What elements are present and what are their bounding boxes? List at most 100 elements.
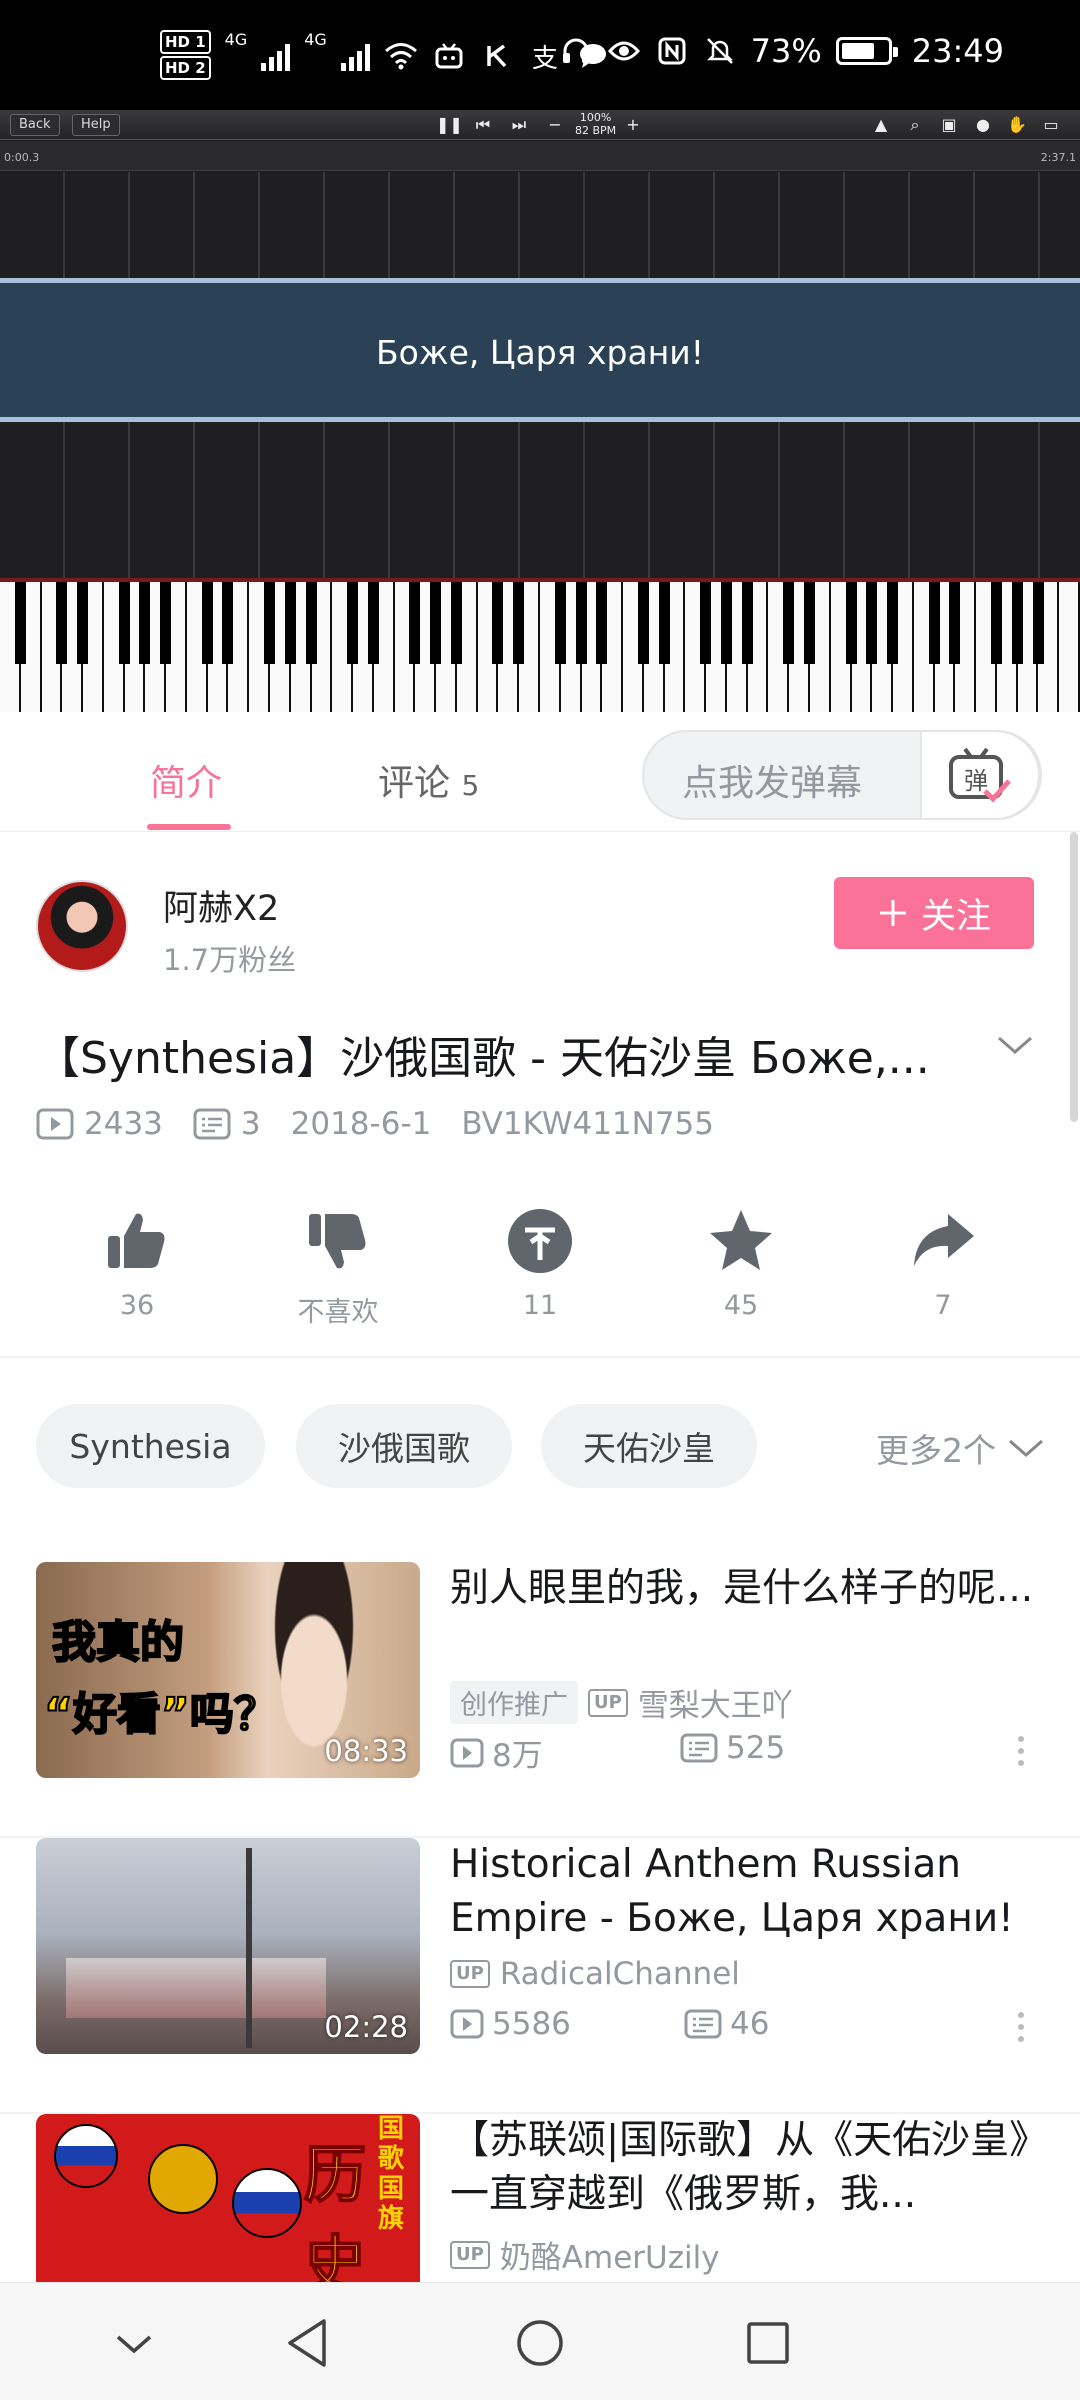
tag-chip[interactable]: Synthesia [36,1404,265,1488]
like-button[interactable]: 36 [67,1198,207,1321]
more-options-icon[interactable] [1016,2012,1026,2042]
chevron-down-icon[interactable] [995,1030,1035,1060]
uploader-name: RadicalChannel [499,1956,740,1992]
help-button[interactable]: Help [72,114,120,136]
upload-date: 2018-6-1 [290,1106,432,1142]
hide-keyboard-button[interactable] [104,2313,164,2373]
tag-chip[interactable]: 沙俄国歌 [296,1404,512,1488]
share-arrow-icon [914,1214,974,1266]
magnifier-icon[interactable]: ⌕ [904,114,926,136]
thumbnail-building [66,1958,326,2018]
piano-keyboard [0,578,1080,720]
home-circle-icon [517,2320,563,2366]
danmaku-input[interactable]: 点我发弹幕 弹 [642,730,1042,820]
danmaku-placeholder: 点我发弹幕 [682,763,863,804]
video-uploader: UP 奶酪AmerUzily [450,2232,720,2277]
more-options-icon[interactable] [1016,1736,1026,1766]
hd2-label: HD 2 [160,56,211,80]
battery-fill [841,43,874,59]
tab-intro[interactable]: 简介 [150,754,222,806]
favorite-button[interactable]: 45 [671,1198,811,1321]
timeline[interactable]: 0:00.3 2:37.1 [0,141,1080,171]
video-player[interactable]: Back Help ❚❚ ⏮ ⏭ − 100% 82 BPM + ▲ ⌕ ▣ ●… [0,110,1080,720]
black-key [367,582,379,664]
home-nav-button[interactable] [510,2313,570,2373]
time-start: 0:00.3 [4,151,40,164]
chevron-down-icon [116,2335,152,2354]
thumbnail-ball [232,2168,302,2238]
black-key [77,582,89,664]
recommended-video[interactable]: 历史 国歌国旗 【苏联颂|国际歌】从《天佑沙皇》一直穿越到《俄罗斯，我... U… [0,2114,1080,2282]
label-icon[interactable]: ▣ [938,114,960,136]
metronome-icon[interactable]: ▲ [870,114,892,136]
black-key [804,582,816,664]
recommended-video[interactable]: 02:28 Historical Anthem Russian Empire -… [0,1838,1080,2114]
lyric-band: Боже, Царя храни! [0,278,1080,422]
black-key [118,582,130,664]
bvid: BV1KW411N755 [461,1106,715,1142]
black-key [741,582,753,664]
black-key [264,582,275,664]
avatar[interactable] [36,880,128,972]
video-title: Historical Anthem Russian Empire - Боже,… [450,1842,1014,1941]
more-tags-button[interactable]: 更多2个 [876,1424,1046,1472]
screen-icon[interactable]: ▭ [1040,114,1062,136]
danmaku-icon: 弹 [949,747,1011,803]
black-key [492,582,504,664]
dislike-button[interactable]: 不喜欢 [268,1198,408,1329]
danmaku-value: 525 [726,1730,786,1766]
pause-icon[interactable]: ❚❚ [436,114,463,136]
danmaku-stat: 46 [684,2006,769,2042]
nfc-icon [655,34,689,68]
video-title: 【Synthesia】沙俄国歌 - 天佑沙皇 Боже,... [36,1033,930,1084]
danmaku-count-icon [680,1733,718,1763]
black-key [201,582,213,664]
plus-icon[interactable]: + [622,114,644,136]
black-key [56,582,68,664]
battery-icon [835,37,898,65]
minus-icon[interactable]: − [544,114,566,136]
uploader-name: 雪梨大王吖 [637,1688,793,1724]
k-app-icon [480,39,514,73]
skip-back-icon[interactable]: ⏮ [472,114,494,136]
follow-button[interactable]: 关注 [834,877,1034,949]
status-icons-right: 73% 23:49 [559,32,1004,70]
recents-nav-button[interactable] [738,2313,798,2373]
favorite-count: 45 [723,1290,759,1321]
video-uploader: 创作推广 UP 雪梨大王吖 [450,1680,793,1725]
skip-forward-icon[interactable]: ⏭ [508,114,530,136]
back-button[interactable]: Back [10,114,60,136]
views-stat: 5586 [450,2006,571,2042]
black-key [1032,582,1044,664]
scrollbar[interactable] [1070,832,1078,1122]
back-triangle-icon [288,2319,326,2367]
video-thumbnail[interactable]: 02:28 [36,1838,420,2054]
promo-badge: 创作推广 [450,1681,578,1724]
black-key [928,582,940,664]
share-button[interactable]: 7 [873,1198,1013,1321]
black-key [1011,582,1023,664]
coin-count: 11 [522,1290,558,1321]
eye-icon [607,34,641,68]
video-thumbnail[interactable]: 我真的 “好看”吗？ 08:33 [36,1562,420,1778]
danmaku-toggle-button[interactable]: 弹 [920,730,1040,820]
follow-label: 关注 [920,896,991,937]
up-icon: UP [588,1688,628,1717]
black-key [14,582,26,664]
coin-button[interactable]: 11 [470,1198,610,1321]
location-icon[interactable]: ● [972,114,994,136]
black-key [720,582,732,664]
hand-icon[interactable]: ✋ [1006,114,1028,136]
system-nav-bar [0,2282,1080,2400]
tag-chip[interactable]: 天佑沙皇 [541,1404,757,1488]
views-stat: 2433 [36,1106,163,1142]
tag-list: Synthesia 沙俄国歌 天佑沙皇 更多2个 [36,1404,1046,1490]
tab-comments[interactable]: 评论 5 [378,754,479,806]
recommended-video[interactable]: 我真的 “好看”吗？ 08:33 别人眼里的我，是什么样子的呢... 创作推广 … [0,1562,1080,1838]
black-key [887,582,899,664]
back-nav-button[interactable] [278,2313,338,2373]
author-name[interactable]: 阿赫X2 [163,880,279,931]
video-thumbnail[interactable]: 历史 国歌国旗 [36,2114,420,2282]
black-key [347,582,359,664]
hd-indicator: HD 1 HD 2 [160,30,211,82]
